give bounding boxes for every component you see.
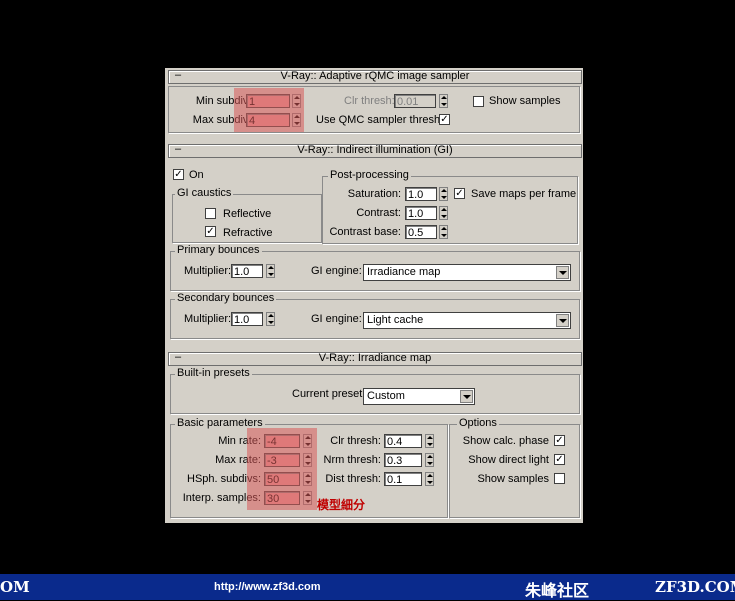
clr-thresh-label: Clr thresh: [330,435,381,447]
secondary-gi-engine-label: GI engine: [311,313,362,325]
dist-thresh-label: Dist thresh: [325,473,381,485]
clr-thresh-spinner[interactable] [425,434,434,448]
banner-url: http://www.zf3d.com [214,581,321,593]
dist-thresh-field[interactable]: 0.1 [384,472,422,486]
nrm-thresh-label: Nrm thresh: [323,454,381,466]
rollout-indirect-illumination[interactable]: – V-Ray:: Indirect illumination (GI) [168,143,582,158]
dist-thresh-spinner[interactable] [425,472,434,486]
saturation-field[interactable]: 1.0 [405,187,437,201]
saturation-spinner[interactable] [439,187,448,201]
clr-thresh-field[interactable]: 0.4 [384,434,422,448]
reflective-label: Reflective [223,208,272,220]
show-samples-irr-checkbox[interactable] [554,473,565,484]
primary-multiplier-spinner[interactable] [266,264,275,278]
banner-left-text: OM [0,578,30,596]
contrast-base-spinner[interactable] [439,225,448,239]
current-preset-label: Current preset: [292,388,366,400]
primary-bounces-legend: Primary bounces [175,244,262,256]
primary-gi-engine-label: GI engine: [311,265,362,277]
primary-multiplier-field[interactable]: 1.0 [231,264,263,278]
banner-brand: 朱峰社区 [525,583,590,600]
rollout-title: V-Ray:: Adaptive rQMC image sampler [280,70,470,82]
rollout-image-sampler[interactable]: – V-Ray:: Adaptive rQMC image sampler [168,69,582,84]
contrast-spinner[interactable] [439,206,448,220]
subdivs-highlight [234,88,304,132]
gi-on-checkbox[interactable]: ✓ [173,169,184,180]
show-samples-irr-label: Show samples [477,473,549,485]
banner-domain: ZF3D.COM [655,578,735,596]
saturation-label: Saturation: [347,188,401,200]
rates-highlight [247,428,317,510]
gi-on-label: On [189,169,204,181]
rollout-title: V-Ray:: Indirect illumination (GI) [297,144,453,156]
chevron-down-icon[interactable] [460,390,473,403]
reflective-checkbox[interactable] [205,208,216,219]
secondary-bounces-legend: Secondary bounces [175,292,277,304]
contrast-base-label: Contrast base: [329,226,401,238]
current-preset-value: Custom [367,390,405,402]
nrm-thresh-spinner[interactable] [425,453,434,467]
primary-multiplier-label: Multiplier: [184,265,232,277]
secondary-multiplier-field[interactable]: 1.0 [231,312,263,326]
sampler-clr-thresh-field[interactable]: 0.01 [394,94,436,108]
contrast-base-field[interactable]: 0.5 [405,225,437,239]
chevron-down-icon[interactable] [556,266,569,279]
show-direct-light-checkbox[interactable]: ✓ [554,454,565,465]
secondary-multiplier-label: Multiplier: [184,313,232,325]
save-maps-checkbox[interactable]: ✓ [454,188,465,199]
rollout-title: V-Ray:: Irradiance map [318,352,432,364]
save-maps-label: Save maps per frame [471,188,577,200]
vray-settings-panel: – V-Ray:: Adaptive rQMC image sampler Mi… [165,68,583,523]
gi-caustics-legend: GI caustics [175,187,234,199]
refractive-checkbox[interactable]: ✓ [205,226,216,237]
built-in-presets-legend: Built-in presets [175,367,252,379]
model-subdivision-annotation: 模型細分 [317,498,366,512]
primary-gi-engine-value: Irradiance map [367,266,441,278]
contrast-field[interactable]: 1.0 [405,206,437,220]
show-samples-checkbox[interactable] [473,96,484,107]
nrm-thresh-field[interactable]: 0.3 [384,453,422,467]
secondary-gi-engine-dropdown[interactable]: Light cache [363,312,571,329]
use-qmc-checkbox[interactable]: ✓ [439,114,450,125]
show-direct-light-label: Show direct light [468,454,549,466]
watermark-banner: OM http://www.zf3d.com 朱峰社区 ZF3D.COM [0,574,735,600]
current-preset-dropdown[interactable]: Custom [363,388,475,405]
refractive-label: Refractive [223,227,273,239]
sampler-clr-thresh-label: Clr thresh: [344,95,395,107]
secondary-gi-engine-value: Light cache [367,314,424,326]
post-processing-legend: Post-processing [328,169,411,181]
use-qmc-label: Use QMC sampler thresh. [316,114,444,126]
sampler-clr-thresh-spinner[interactable] [439,94,448,108]
options-legend: Options [457,417,499,429]
chevron-down-icon[interactable] [556,314,569,327]
show-samples-label: Show samples [489,95,561,107]
show-calc-phase-label: Show calc. phase [462,435,549,447]
rollout-irradiance-map[interactable]: – V-Ray:: Irradiance map [168,351,582,366]
contrast-label: Contrast: [356,207,401,219]
secondary-multiplier-spinner[interactable] [266,312,275,326]
show-calc-phase-checkbox[interactable]: ✓ [554,435,565,446]
primary-gi-engine-dropdown[interactable]: Irradiance map [363,264,571,281]
